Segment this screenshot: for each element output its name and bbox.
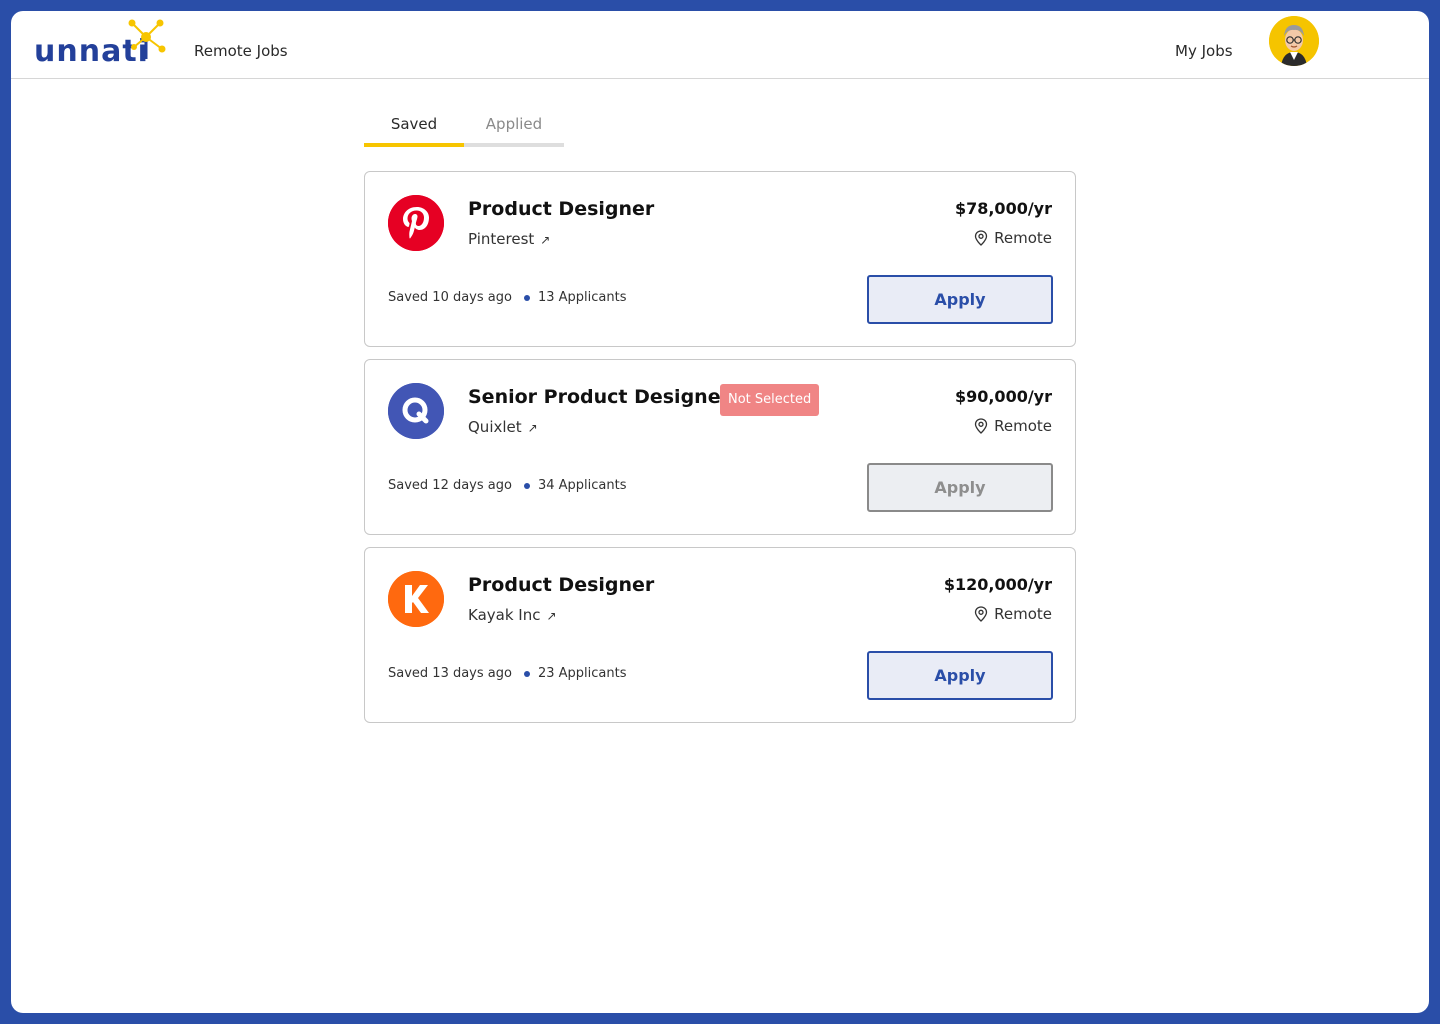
kayak-k-icon	[388, 571, 444, 627]
saved-time: Saved 13 days ago	[388, 666, 512, 681]
job-title[interactable]: Product Designer	[468, 574, 654, 596]
unnati-logo[interactable]: unnati	[34, 19, 174, 71]
quixlet-q-icon	[388, 383, 444, 439]
apply-button[interactable]: Apply	[867, 463, 1053, 512]
job-meta: Saved 13 days ago 23 Applicants	[388, 666, 627, 681]
tab-applied[interactable]: Applied	[464, 107, 564, 147]
location-text: Remote	[994, 417, 1052, 435]
applicant-count: 13 Applicants	[537, 290, 627, 305]
job-card[interactable]: Product Designer Pinterest ↗ $78,000/yr R…	[364, 171, 1076, 347]
company-name: Kayak Inc	[468, 606, 541, 624]
job-title[interactable]: Product Designer	[468, 198, 654, 220]
user-avatar[interactable]	[1269, 16, 1319, 66]
company-name: Quixlet	[468, 418, 522, 436]
company-name: Pinterest	[468, 230, 535, 248]
status-badge: Not Selected	[720, 384, 820, 416]
pinterest-p-icon	[388, 195, 444, 251]
logo-molecule-icon	[128, 19, 166, 59]
location-text: Remote	[994, 229, 1052, 247]
location: Remote	[974, 229, 1052, 247]
app-frame: unnati Remote Jobs My Jobs Saved Applied…	[11, 11, 1429, 1013]
applicant-count: 34 Applicants	[537, 478, 627, 493]
company-link[interactable]: Pinterest ↗	[468, 230, 550, 248]
company-link[interactable]: Quixlet ↗	[468, 418, 538, 436]
job-meta: Saved 12 days ago 34 Applicants	[388, 478, 627, 493]
kayak-logo-icon	[388, 571, 444, 627]
job-meta: Saved 10 days ago 13 Applicants	[388, 290, 627, 305]
top-nav: unnati Remote Jobs My Jobs	[11, 11, 1429, 79]
job-title[interactable]: Senior Product Designer	[468, 386, 730, 408]
avatar-illustration-icon	[1269, 16, 1319, 66]
location-pin-icon	[974, 418, 988, 434]
separator-dot-icon	[523, 294, 530, 301]
location: Remote	[974, 417, 1052, 435]
location-pin-icon	[974, 606, 988, 622]
pinterest-logo-icon	[388, 195, 444, 251]
location: Remote	[974, 605, 1052, 623]
apply-button[interactable]: Apply	[867, 651, 1053, 700]
apply-button[interactable]: Apply	[867, 275, 1053, 324]
salary: $90,000/yr	[954, 387, 1052, 406]
nav-remote-jobs[interactable]: Remote Jobs	[194, 42, 288, 60]
job-card[interactable]: Product Designer Kayak Inc ↗ $120,000/yr …	[364, 547, 1076, 723]
job-card[interactable]: Senior Product Designer Not Selected Qui…	[364, 359, 1076, 535]
applicant-count: 23 Applicants	[537, 666, 627, 681]
salary: $78,000/yr	[954, 199, 1052, 218]
salary: $120,000/yr	[943, 575, 1052, 594]
saved-time: Saved 12 days ago	[388, 478, 512, 493]
company-link[interactable]: Kayak Inc ↗	[468, 606, 557, 624]
external-link-icon: ↗	[540, 233, 551, 247]
separator-dot-icon	[523, 670, 530, 677]
nav-my-jobs[interactable]: My Jobs	[1175, 42, 1233, 60]
external-link-icon: ↗	[527, 421, 538, 435]
tab-saved[interactable]: Saved	[364, 107, 464, 147]
location-pin-icon	[974, 230, 988, 246]
external-link-icon: ↗	[546, 609, 557, 623]
separator-dot-icon	[523, 482, 530, 489]
location-text: Remote	[994, 605, 1052, 623]
quixlet-logo-icon	[388, 383, 444, 439]
saved-time: Saved 10 days ago	[388, 290, 512, 305]
job-tabs: Saved Applied	[364, 107, 564, 147]
